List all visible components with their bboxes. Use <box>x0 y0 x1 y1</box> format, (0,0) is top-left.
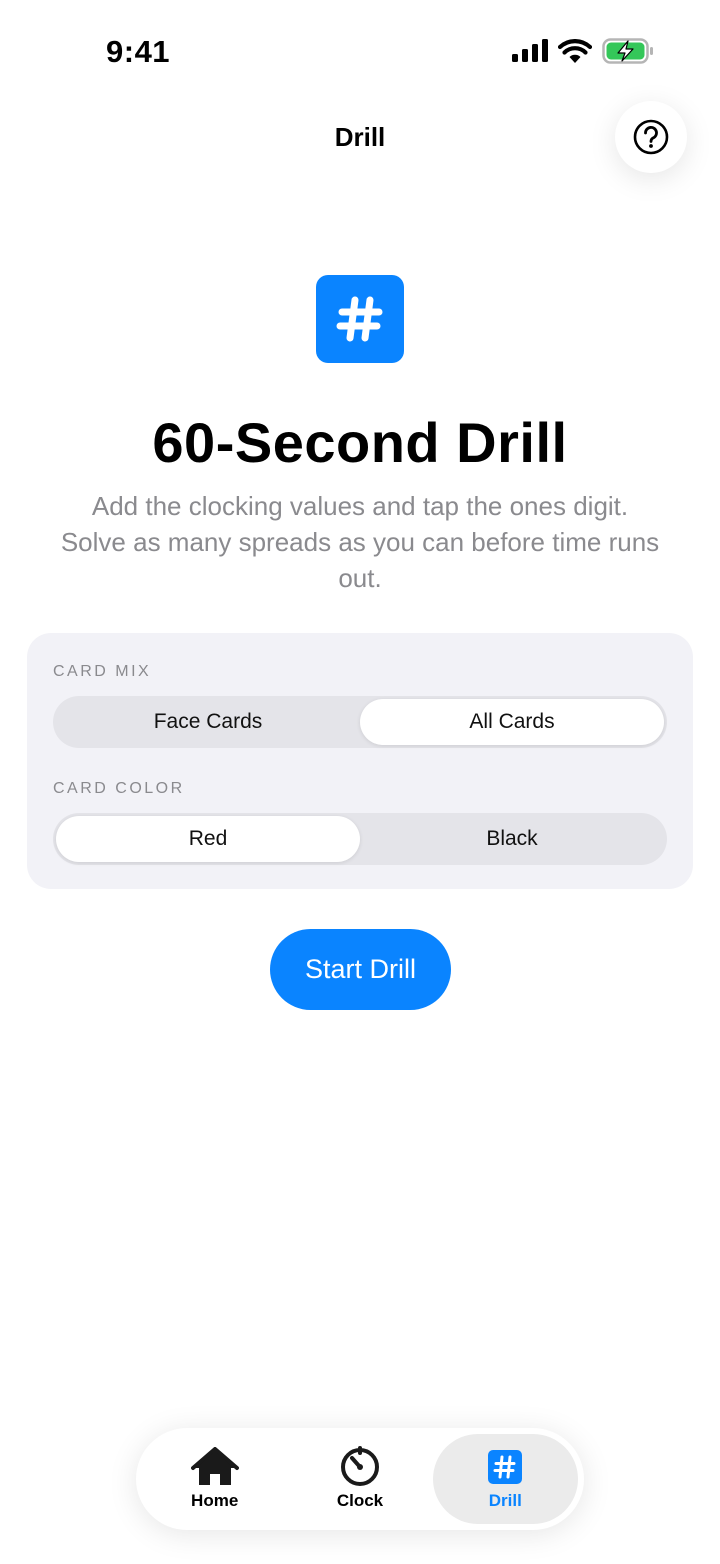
card-mix-segmented-control: Face Cards All Cards <box>53 696 667 748</box>
tab-drill-label: Drill <box>488 1491 522 1510</box>
drill-hero-icon <box>316 275 404 363</box>
status-icons <box>512 38 654 64</box>
number-square-icon <box>488 1450 523 1484</box>
card-mix-option-all-cards[interactable]: All Cards <box>360 699 664 745</box>
tab-home[interactable]: Home <box>142 1434 287 1524</box>
tab-clock-label: Clock <box>336 1491 384 1510</box>
card-mix-option-face-cards[interactable]: Face Cards <box>56 699 360 745</box>
number-sign-icon <box>336 296 383 342</box>
help-button[interactable] <box>615 101 687 173</box>
start-drill-button[interactable]: Start Drill <box>270 929 451 1010</box>
page-title: Drill <box>334 122 386 152</box>
house-icon <box>190 1447 239 1485</box>
card-color-option-red[interactable]: Red <box>56 816 360 862</box>
card-color-label: CARD COLOR <box>53 780 185 797</box>
status-time: 9:41 <box>106 34 171 69</box>
drill-description: Add the clocking values and tap the ones… <box>60 491 660 593</box>
tab-bar: Home Clock Drill <box>136 1428 584 1530</box>
drill-settings-card: CARD MIX Face Cards All Cards CARD COLOR… <box>27 633 693 889</box>
card-color-option-black[interactable]: Black <box>360 816 664 862</box>
battery-charging-icon <box>602 38 653 64</box>
wifi-icon <box>558 38 592 63</box>
timer-icon <box>340 1446 379 1486</box>
card-color-segmented-control: Red Black <box>53 813 667 865</box>
cellular-signal-icon <box>512 39 548 62</box>
tab-home-label: Home <box>191 1491 239 1510</box>
drill-title: 60-Second Drill <box>152 411 568 474</box>
tab-clock[interactable]: Clock <box>287 1434 432 1524</box>
tab-drill[interactable]: Drill <box>432 1434 578 1524</box>
card-mix-label: CARD MIX <box>53 663 152 680</box>
question-circle-icon <box>633 119 669 155</box>
